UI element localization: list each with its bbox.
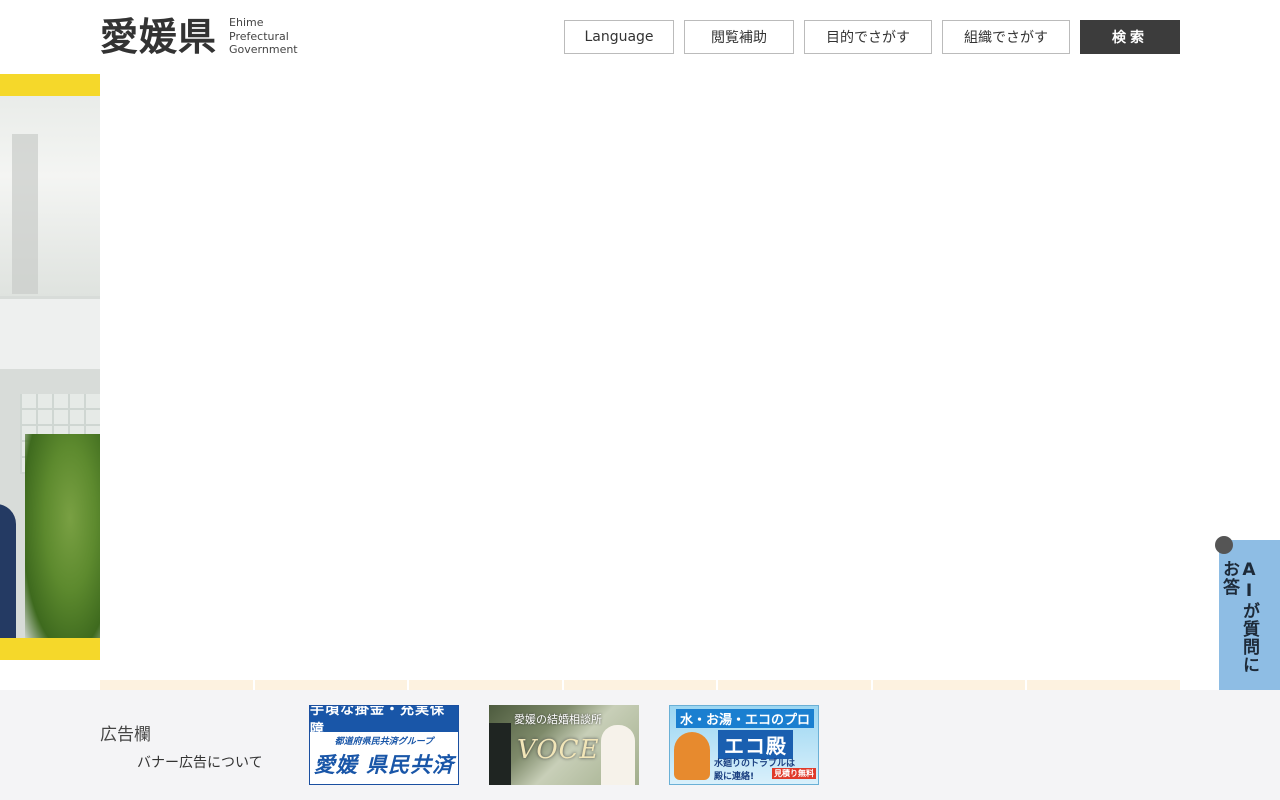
search-by-purpose-button[interactable]: 目的でさがす (804, 20, 932, 54)
ai-chat-label: AIが質問にお答 (1219, 560, 1259, 674)
category-tabs (100, 680, 1181, 690)
category-tab[interactable] (100, 680, 253, 690)
hero-main-area (100, 74, 1180, 660)
photo-window (0, 299, 100, 369)
hero-yellow-band-top (0, 74, 100, 96)
reading-assist-label: 閲覧補助 (711, 30, 767, 46)
logo-en-line1: Ehime (229, 16, 264, 29)
banner1-top-text: 手頃な掛金・充実保障 (310, 706, 458, 738)
category-tab[interactable] (254, 680, 408, 690)
language-label: Language (584, 29, 654, 45)
site-header: 愛媛県 Ehime Prefectural Government Languag… (0, 0, 1280, 74)
category-tab[interactable] (718, 680, 871, 690)
photo-pillar (12, 134, 38, 294)
about-banner-ads-link[interactable]: バナー広告について (137, 752, 263, 772)
hero-side-photo (0, 74, 100, 660)
banner3-line2: 殿に連絡! (714, 772, 755, 782)
ai-chat-close-icon[interactable] (1215, 536, 1233, 554)
banner2-title: 愛媛の結婚相談所 (514, 713, 602, 726)
search-button[interactable]: 検索 (1080, 20, 1180, 54)
search-by-organization-label: 組織でさがす (964, 30, 1048, 46)
search-by-organization-button[interactable]: 組織でさがす (942, 20, 1070, 54)
banner3-badge: 見積り無料 (772, 768, 816, 779)
language-button[interactable]: Language (564, 20, 674, 54)
banner3-mascot-icon (674, 732, 710, 780)
banner1-bottom-text: 愛媛 県民共済 (313, 753, 455, 777)
site-logo[interactable]: 愛媛県 Ehime Prefectural Government (100, 14, 298, 60)
ad-banner-voce[interactable]: 愛媛の結婚相談所 VOCE (489, 705, 639, 785)
banner3-top-text: 水・お湯・エコのプロ (676, 709, 814, 728)
category-tab[interactable] (872, 680, 1026, 690)
banner2-groom-image (489, 723, 511, 785)
ad-banner-kenmin-kyosai[interactable]: 手頃な掛金・充実保障 都道府県民共済グループ 愛媛 県民共済 (309, 705, 459, 785)
search-by-purpose-label: 目的でさがす (826, 30, 910, 46)
banner2-brand: VOCE (517, 735, 600, 765)
search-label: 検索 (1112, 30, 1148, 46)
ad-section: 広告欄 バナー広告について 手頃な掛金・充実保障 都道府県民共済グループ 愛媛 … (0, 690, 1280, 800)
logo-en-line3: Government (229, 43, 298, 56)
ad-section-title: 広告欄 (100, 725, 151, 745)
header-nav: Language 閲覧補助 目的でさがす 組織でさがす 検索 (564, 20, 1180, 54)
category-tab[interactable] (563, 680, 717, 690)
photo-person (0, 504, 16, 644)
banner3-brand: エコ殿 (718, 730, 793, 759)
logo-en-line2: Prefectural (229, 29, 289, 43)
category-tab[interactable] (1027, 680, 1181, 690)
hero-yellow-band-bottom (0, 638, 100, 660)
banner2-bride-image (601, 725, 635, 785)
ai-chat-widget[interactable]: AIが質問にお答 (1219, 540, 1280, 690)
logo-english: Ehime Prefectural Government (229, 16, 298, 57)
reading-assist-button[interactable]: 閲覧補助 (684, 20, 794, 54)
ad-banner-ecodono[interactable]: 水・お湯・エコのプロ エコ殿 水廻りのトラブルは 殿に連絡! 見積り無料 (669, 705, 819, 785)
logo-kanji: 愛媛県 (100, 15, 218, 59)
photo-plant (25, 434, 100, 644)
category-tab[interactable] (409, 680, 562, 690)
